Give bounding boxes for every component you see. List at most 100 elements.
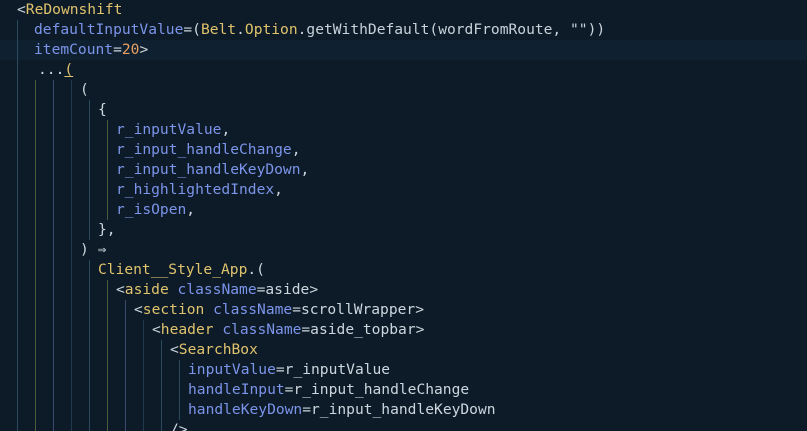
indent-guide (143, 420, 144, 431)
code-text: handleInput=r_input_handleChange (188, 380, 469, 400)
indent-guide (179, 360, 180, 380)
code-line[interactable]: <ReDownshift (0, 0, 807, 20)
indent-guide (89, 320, 90, 340)
indent-guide (53, 400, 54, 420)
indent-guide (125, 400, 126, 420)
indent-guide (71, 340, 72, 360)
code-token: r_isOpen (116, 201, 187, 218)
code-token: < (116, 281, 125, 298)
code-token: < (134, 301, 143, 318)
indent-guide (35, 80, 36, 100)
code-token: { (98, 101, 107, 118)
indent-guide (71, 260, 72, 280)
code-line[interactable]: r_input_handleChange, (0, 140, 807, 160)
code-text: <SearchBox (170, 340, 258, 360)
code-text: <header className=aside_topbar> (152, 320, 424, 340)
indent-guide (89, 140, 90, 160)
indent-guide (35, 320, 36, 340)
indent-guide (161, 360, 162, 380)
indent-guide (89, 420, 90, 431)
indent-guide (71, 180, 72, 200)
code-line[interactable]: }, (0, 220, 807, 240)
code-line[interactable]: defaultInputValue=(Belt.Option.getWithDe… (0, 20, 807, 40)
indent-guide (17, 340, 18, 360)
indent-guide (17, 380, 18, 400)
code-line[interactable]: r_highlightedIndex, (0, 180, 807, 200)
indent-guide (53, 360, 54, 380)
code-text: r_highlightedIndex, (116, 180, 283, 200)
code-token: , (186, 201, 196, 218)
indent-guide (17, 240, 18, 260)
indent-guide (71, 140, 72, 160)
code-line[interactable]: <section className=scrollWrapper> (0, 300, 807, 320)
code-token: = (113, 41, 122, 58)
code-token: < (152, 321, 161, 338)
indent-guide (53, 160, 54, 180)
indent-guide (17, 300, 18, 320)
code-line[interactable]: handleKeyDown=r_input_handleKeyDown (0, 400, 807, 420)
code-line[interactable]: handleInput=r_input_handleChange (0, 380, 807, 400)
code-line[interactable]: <header className=aside_topbar> (0, 320, 807, 340)
code-line[interactable]: Client__Style_App.( (0, 260, 807, 280)
code-line[interactable]: itemCount=20> (0, 40, 807, 60)
code-token: handleKeyDown (188, 401, 303, 418)
code-token: r_input_handleChange (116, 141, 292, 158)
code-line[interactable]: ) ⇒ (0, 240, 807, 260)
indent-guide (17, 420, 18, 431)
indent-guide (89, 180, 90, 200)
code-token: , (221, 121, 231, 138)
code-line[interactable]: r_inputValue, (0, 120, 807, 140)
indent-guide (89, 300, 90, 320)
code-line[interactable]: ...( (0, 60, 807, 80)
code-editor[interactable]: <ReDownshift defaultInputValue=(Belt.Opti… (0, 0, 807, 431)
code-line[interactable]: inputValue=r_inputValue (0, 360, 807, 380)
indent-guide (53, 420, 54, 431)
code-token: =aside> (256, 281, 319, 298)
code-token: inputValue (188, 361, 276, 378)
code-token: =r_input_handleKeyDown (302, 401, 496, 418)
indent-guide (53, 180, 54, 200)
code-text: r_inputValue, (116, 120, 230, 140)
code-token: ( (80, 81, 89, 98)
indent-guide (53, 100, 54, 120)
indent-guide (17, 180, 18, 200)
code-line[interactable]: <aside className=aside> (0, 280, 807, 300)
indent-guide (35, 260, 36, 280)
indent-guide (53, 280, 54, 300)
indent-guide (89, 360, 90, 380)
indent-guide (53, 80, 54, 100)
indent-guide (53, 320, 54, 340)
indent-guide (89, 400, 90, 420)
indent-guide (107, 140, 108, 160)
code-token: ... (38, 61, 65, 78)
code-line[interactable]: r_isOpen, (0, 200, 807, 220)
indent-guide (143, 380, 144, 400)
indent-guide (107, 380, 108, 400)
indent-guide (179, 380, 180, 400)
code-line[interactable]: <SearchBox (0, 340, 807, 360)
indent-guide (35, 340, 36, 360)
code-token: r_highlightedIndex (116, 181, 275, 198)
indent-guide (35, 420, 36, 431)
code-token: className (222, 321, 302, 338)
code-token: , (291, 141, 301, 158)
code-line[interactable]: { (0, 100, 807, 120)
code-token: Belt (200, 21, 237, 38)
code-token: =aside_topbar> (301, 321, 425, 338)
indent-guide (107, 340, 108, 360)
code-token: ReDownshift (25, 1, 123, 18)
code-line[interactable]: ( (0, 80, 807, 100)
indent-guide (71, 220, 72, 240)
code-line[interactable]: r_input_handleKeyDown, (0, 160, 807, 180)
indent-guide (35, 300, 36, 320)
code-text: ( (80, 80, 89, 100)
indent-guide (89, 340, 90, 360)
code-text: inputValue=r_inputValue (188, 360, 390, 380)
code-token: r_inputValue (116, 121, 222, 138)
code-line[interactable]: /> (0, 420, 807, 431)
code-text: }, (98, 220, 116, 240)
code-token: < (170, 341, 179, 358)
indent-guide (53, 200, 54, 220)
indent-guide (71, 320, 72, 340)
